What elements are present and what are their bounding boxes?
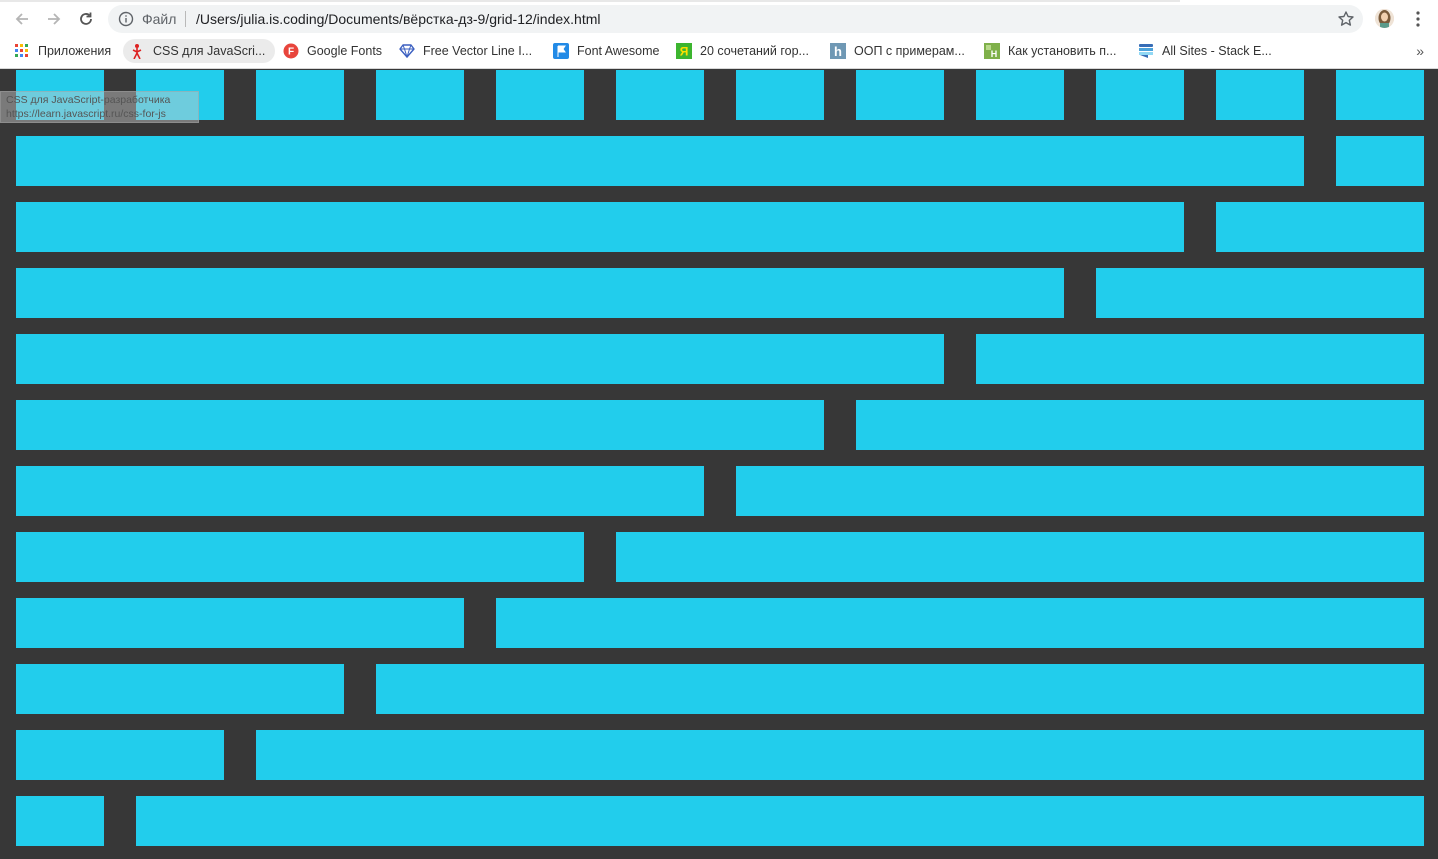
grid-cell-r7-c2-span6 <box>736 466 1424 516</box>
grid-cell-r2-c2-span1 <box>1336 136 1424 186</box>
tooltip-title: CSS для JavaScript-разработчика <box>6 94 171 106</box>
bookmark-label: All Sites - Stack E... <box>1162 44 1272 58</box>
google-fonts-icon: F <box>283 43 299 59</box>
bookmark-label: Приложения <box>38 44 112 58</box>
learn-js-icon <box>129 43 145 59</box>
bookmark-label: Free Vector Line I... <box>423 44 533 58</box>
bookmark-free-vector[interactable]: Free Vector Line I... <box>399 39 532 63</box>
grid-cell-r3-c1-span10 <box>16 202 1184 252</box>
bookmark-font-awesome[interactable]: Font Awesome <box>553 39 659 63</box>
grid-cell-r1-c5-span1 <box>496 70 584 120</box>
forward-button[interactable] <box>40 6 68 32</box>
bookmark-label: ООП с примерам... <box>854 44 965 58</box>
grid-cell-r6-c2-span5 <box>856 400 1424 450</box>
grid-cell-r1-c6-span1 <box>616 70 704 120</box>
grid-cell-r9-c1-span4 <box>16 598 464 648</box>
bookmark-apps[interactable]: Приложения <box>14 39 111 63</box>
flag-icon <box>553 43 569 59</box>
bookmark-label: CSS для JavaScri... <box>153 44 266 58</box>
bookmark-oop-examples[interactable]: h ООП с примерам... <box>830 39 965 63</box>
grid-cell-r1-c7-span1 <box>736 70 824 120</box>
bookmark-how-to-install[interactable]: H Как установить п... <box>984 39 1116 63</box>
bookmark-star-icon[interactable] <box>1337 10 1355 28</box>
svg-text:H: H <box>991 49 998 59</box>
bookmarks-overflow-button[interactable]: » <box>1416 43 1424 59</box>
bookmark-stack-exchange[interactable]: All Sites - Stack E... <box>1138 39 1272 63</box>
bookmark-label: Google Fonts <box>307 44 383 58</box>
grid-cell-r12-c1-span1 <box>16 796 104 846</box>
reload-icon <box>80 12 92 25</box>
browser-chrome: Файл /Users/julia.is.coding/Documents/вё… <box>0 0 1438 69</box>
tooltip-url: https://learn.javascript.ru/css-for-js <box>6 108 166 120</box>
svg-text:h: h <box>834 44 842 59</box>
url-text[interactable]: /Users/julia.is.coding/Documents/вёрстка… <box>196 11 600 27</box>
grid-cell-r4-c2-span3 <box>1096 268 1424 318</box>
apps-grid-icon <box>14 43 30 59</box>
avatar-icon <box>1375 9 1394 28</box>
bookmarks-bar: Приложения CSS для JavaScri... F Google … <box>0 38 1438 64</box>
diamond-icon <box>399 43 415 59</box>
grid-cell-r10-c2-span9 <box>376 664 1424 714</box>
grid-cell-r3-c2-span2 <box>1216 202 1424 252</box>
link-hover-tooltip: CSS для JavaScript-разработчика https://… <box>0 91 199 123</box>
grid-cell-r9-c2-span8 <box>496 598 1424 648</box>
grid-cell-r1-c10-span1 <box>1096 70 1184 120</box>
grid-cell-r1-c12-span1 <box>1336 70 1424 120</box>
grid-cell-r11-c2-span10 <box>256 730 1424 780</box>
info-icon[interactable] <box>118 11 134 27</box>
svg-text:F: F <box>288 47 294 58</box>
grid-cell-r12-c2-span11 <box>136 796 1424 846</box>
grid-cell-r4-c1-span9 <box>16 268 1064 318</box>
bookmark-label: Как установить п... <box>1008 44 1117 58</box>
h-icon: h <box>830 43 846 59</box>
arrow-right-icon <box>48 13 61 25</box>
bookmark-20-combinations[interactable]: Я 20 сочетаний гор... <box>676 39 809 63</box>
grid-cell-r1-c11-span1 <box>1216 70 1304 120</box>
grid-cell-r8-c2-span7 <box>616 532 1424 582</box>
grid-page <box>0 70 1438 859</box>
grid-cell-r5-c2-span4 <box>976 334 1424 384</box>
svg-text:Я: Я <box>680 45 689 59</box>
grid-cell-r2-c1-span11 <box>16 136 1304 186</box>
grid-cell-r10-c1-span3 <box>16 664 344 714</box>
green-h-icon: H <box>984 43 1000 59</box>
bookmark-css-for-js[interactable]: CSS для JavaScri... <box>123 39 276 63</box>
bookmark-label: 20 сочетаний гор... <box>700 44 809 58</box>
stack-exchange-icon <box>1138 43 1154 59</box>
loading-bar <box>0 0 1180 2</box>
grid-cell-r1-c9-span1 <box>976 70 1064 120</box>
profile-avatar[interactable] <box>1375 9 1394 28</box>
arrow-left-icon <box>15 13 28 25</box>
grid-cell-r11-c1-span2 <box>16 730 224 780</box>
grid-cell-r1-c4-span1 <box>376 70 464 120</box>
grid-cell-r8-c1-span5 <box>16 532 584 582</box>
reload-button[interactable] <box>72 6 100 32</box>
bookmark-google-fonts[interactable]: F Google Fonts <box>283 39 382 63</box>
grid-cell-r6-c1-span7 <box>16 400 824 450</box>
grid-cell-r7-c1-span6 <box>16 466 704 516</box>
kebab-menu-icon[interactable] <box>1411 8 1425 30</box>
grid-cell-r1-c8-span1 <box>856 70 944 120</box>
green-square-icon: Я <box>676 43 692 59</box>
url-scheme-label: Файл <box>142 11 177 27</box>
grid-cell-r5-c1-span8 <box>16 334 944 384</box>
bookmark-label: Font Awesome <box>577 44 660 58</box>
address-bar[interactable]: Файл /Users/julia.is.coding/Documents/вё… <box>108 5 1363 33</box>
grid-cell-r1-c3-span1 <box>256 70 344 120</box>
address-separator <box>185 11 186 27</box>
back-button[interactable] <box>8 6 36 32</box>
